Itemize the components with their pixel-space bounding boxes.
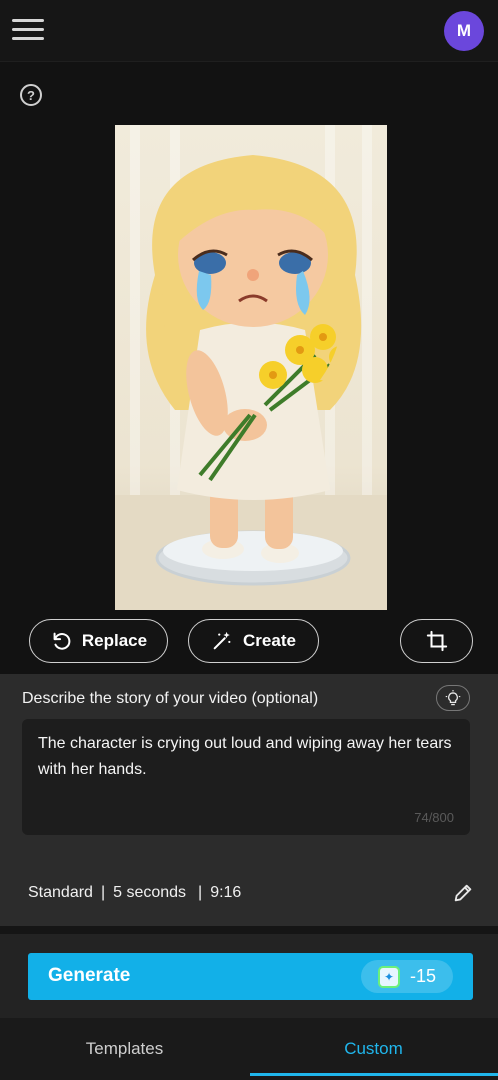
create-label: Create: [243, 631, 296, 650]
video-settings-summary[interactable]: Standard | 5 seconds | 9:16: [28, 884, 241, 902]
credit-cost: -15: [409, 966, 436, 986]
story-textarea[interactable]: The character is crying out loud and wip…: [22, 719, 470, 835]
story-label: Describe the story of your video (option…: [22, 690, 319, 707]
uploaded-image: [115, 125, 387, 610]
story-text: The character is crying out loud and wip…: [38, 735, 452, 778]
separator: |: [198, 884, 203, 901]
character-counter: 74/800: [414, 810, 454, 825]
figurine-illustration: [115, 125, 387, 610]
ratio-setting: 9:16: [210, 884, 242, 901]
user-avatar[interactable]: M: [444, 11, 484, 51]
tab-custom[interactable]: Custom: [249, 1018, 498, 1080]
generate-area: Generate ✦ -15: [0, 934, 498, 1018]
duration-setting: 5 seconds: [113, 884, 187, 901]
undo-icon: [53, 632, 71, 650]
tab-templates-label: Templates: [85, 1039, 164, 1058]
image-preview-area: ? Replace Create: [0, 62, 498, 674]
credit-icon: ✦: [377, 965, 400, 988]
story-section: Describe the story of your video (option…: [0, 674, 498, 926]
help-icon[interactable]: ?: [20, 84, 42, 106]
quality-setting: Standard: [28, 884, 93, 901]
generate-button[interactable]: Generate ✦ -15: [28, 953, 473, 1000]
replace-label: Replace: [81, 631, 148, 650]
tab-custom-label: Custom: [344, 1039, 403, 1058]
credit-cost-badge: ✦ -15: [361, 960, 453, 993]
tab-templates[interactable]: Templates: [0, 1018, 249, 1080]
edit-settings-button[interactable]: [452, 882, 474, 904]
crop-icon: [426, 630, 447, 652]
active-tab-indicator: [250, 1073, 498, 1076]
bottom-navigation: Templates Custom: [0, 1018, 498, 1080]
pencil-icon: [454, 884, 472, 902]
separator: |: [100, 884, 106, 901]
create-button[interactable]: Create: [188, 619, 319, 663]
hamburger-menu-icon[interactable]: [12, 16, 46, 44]
crop-button[interactable]: [400, 619, 473, 663]
generate-label: Generate: [48, 965, 131, 986]
prompt-idea-button[interactable]: [436, 685, 470, 711]
help-symbol: ?: [27, 87, 35, 103]
top-bar: M: [0, 0, 498, 62]
magic-wand-icon: [213, 631, 231, 650]
avatar-initial: M: [456, 21, 472, 40]
replace-button[interactable]: Replace: [29, 619, 168, 663]
lightbulb-icon: [445, 690, 461, 706]
